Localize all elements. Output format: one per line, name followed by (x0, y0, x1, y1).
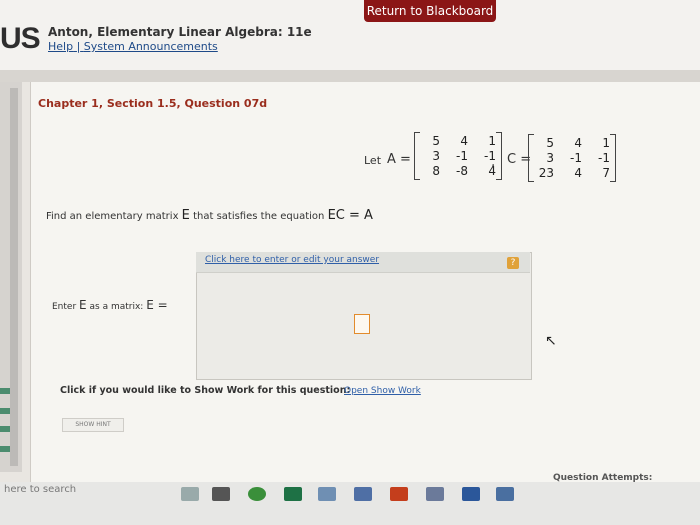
bracket-left (528, 134, 534, 182)
let-label: Let (364, 154, 382, 167)
prompt-text: as a matrix: (89, 302, 144, 312)
site-logo: US (0, 22, 41, 55)
chrome-icon[interactable] (248, 487, 266, 501)
help-icon[interactable]: ? (507, 257, 519, 269)
app-icon[interactable] (496, 487, 514, 501)
file-explorer-icon[interactable] (318, 487, 336, 501)
matrix-c: 5 4 1 3 -1 -1 23 4 7 (528, 134, 616, 182)
open-show-work-link[interactable]: Open Show Work (344, 386, 421, 396)
matrix-cell: 5 (432, 134, 440, 148)
course-title: Anton, Elementary Linear Algebra: 11e (48, 25, 312, 39)
excel-icon[interactable] (284, 487, 302, 501)
matrix-cell: 1 (488, 134, 496, 148)
edge-tab-icon (0, 388, 10, 394)
matrix-a-label: A = (387, 152, 411, 167)
bracket-right (610, 134, 616, 182)
matrix-cell: 8 (432, 164, 440, 178)
answer-input[interactable] (354, 314, 370, 334)
matrix-cell: 23 (538, 166, 554, 180)
microphone-icon[interactable] (181, 487, 199, 501)
show-work-prompt: Click if you would like to Show Work for… (60, 385, 351, 396)
edge-tab-icon (0, 408, 10, 414)
task-view-icon[interactable] (212, 487, 230, 501)
matrix-cell: 4 (460, 134, 468, 148)
matrix-cell: -1 (598, 151, 610, 165)
matrix-cell: -8 (456, 164, 468, 178)
matrix-cell: -1 (456, 149, 468, 163)
prompt-text: that satisfies the equation (193, 211, 325, 222)
scrollbar-track[interactable] (10, 88, 18, 466)
matrix-cell: 7 (602, 166, 610, 180)
link-separator: | (76, 40, 81, 53)
equation: E = (146, 298, 168, 312)
edge-tab-icon (0, 446, 10, 452)
taskbar-search-input[interactable]: here to search (0, 482, 180, 498)
show-hint-button[interactable]: SHOW HINT (62, 418, 124, 432)
matrix-cell: 5 (546, 136, 554, 150)
return-to-blackboard-button[interactable]: Return to Blackboard (364, 0, 496, 22)
matrix-cell: 4 (574, 166, 582, 180)
bracket-right (496, 132, 502, 180)
photos-icon[interactable] (426, 487, 444, 501)
bracket-left (414, 132, 420, 180)
question-title: Chapter 1, Section 1.5, Question 07d (38, 97, 268, 110)
word-icon[interactable] (462, 487, 480, 501)
help-link[interactable]: Help (48, 40, 73, 53)
powerpoint-icon[interactable] (390, 487, 408, 501)
onedrive-icon[interactable] (354, 487, 372, 501)
question-prompt: Find an elementary matrix E that satisfi… (46, 208, 373, 223)
equation: EC = A (327, 208, 373, 223)
prompt-text: Enter (52, 302, 77, 312)
variable-e: E (181, 208, 190, 223)
header-divider (0, 70, 700, 82)
edit-answer-link[interactable]: Click here to enter or edit your answer (205, 255, 379, 265)
variable-e: E (79, 298, 87, 312)
help-links: Help | System Announcements (48, 40, 218, 53)
matrix-cell: -1 (570, 151, 582, 165)
edge-tab-icon (0, 426, 10, 432)
system-announcements-link[interactable]: System Announcements (84, 40, 218, 53)
matrix-separator-comma: , (491, 155, 496, 170)
mouse-pointer-icon: ↖ (545, 333, 557, 349)
matrix-cell: 4 (574, 136, 582, 150)
matrix-cell: 3 (432, 149, 440, 163)
enter-matrix-label: Enter E as a matrix: E = (52, 298, 168, 312)
matrix-cell: 3 (546, 151, 554, 165)
matrix-cell: 1 (602, 136, 610, 150)
prompt-text: Find an elementary matrix (46, 211, 179, 222)
matrix-a: 5 4 1 3 -1 -1 8 -8 4 (414, 132, 502, 180)
